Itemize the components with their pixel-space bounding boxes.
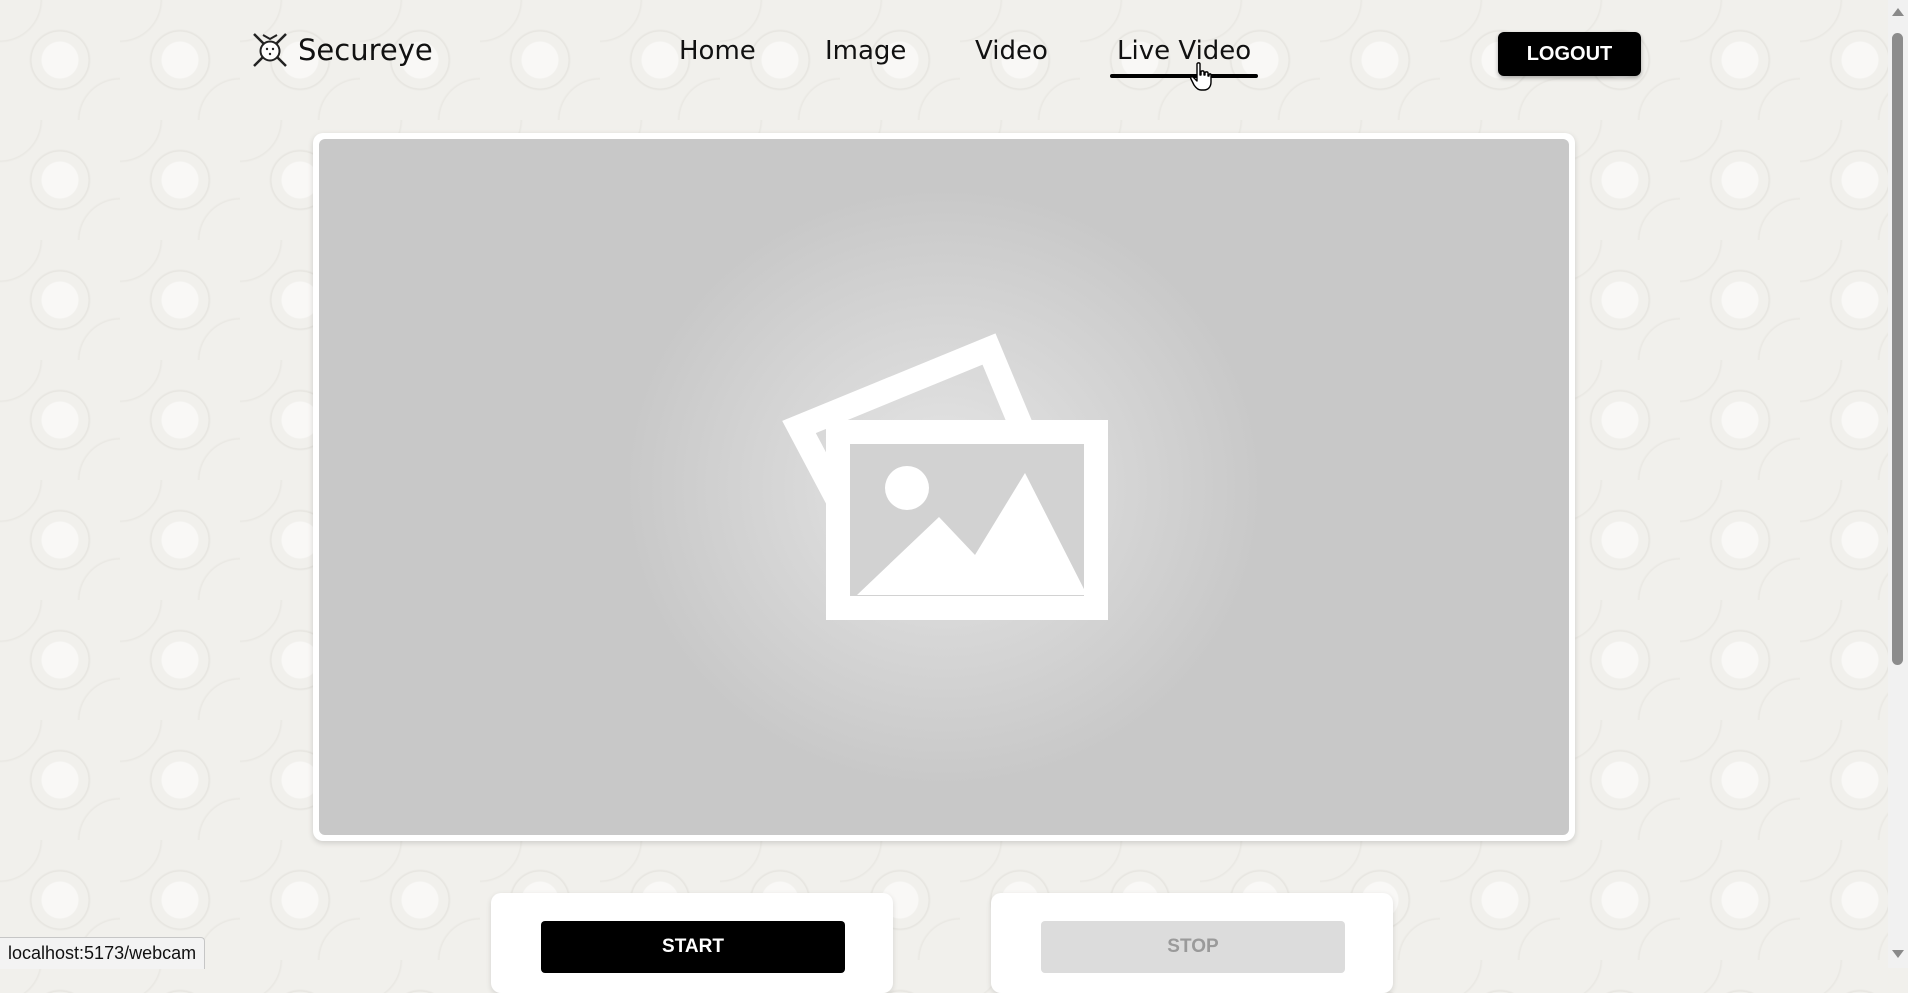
- brand-name: Secureye: [298, 33, 433, 67]
- shield-crossed-swords-icon: [253, 33, 287, 67]
- scroll-down-icon[interactable]: [1892, 950, 1904, 958]
- stop-control-card: STOP: [991, 893, 1393, 993]
- hand-pointer-cursor-icon: [1190, 62, 1212, 91]
- nav-item-home[interactable]: Home: [679, 36, 756, 66]
- live-video-viewer: [313, 133, 1575, 841]
- page-scrollbar[interactable]: [1888, 0, 1908, 968]
- scrollbar-thumb[interactable]: [1892, 33, 1903, 665]
- nav-item-live-video[interactable]: Live Video: [1109, 36, 1259, 78]
- brand[interactable]: Secureye: [250, 30, 433, 70]
- stop-button[interactable]: STOP: [1041, 921, 1345, 973]
- scroll-up-icon[interactable]: [1892, 8, 1904, 16]
- video-placeholder: [319, 139, 1569, 835]
- start-button[interactable]: START: [541, 921, 845, 973]
- image-placeholder-icon: [782, 333, 1108, 620]
- start-control-card: START: [491, 893, 893, 993]
- logout-button[interactable]: LOGOUT: [1498, 32, 1641, 76]
- header: Secureye Home Image Video Live Video LOG…: [0, 0, 1908, 110]
- status-bar-url: localhost:5173/webcam: [0, 937, 206, 969]
- nav-item-image[interactable]: Image: [825, 36, 906, 66]
- nav-item-video[interactable]: Video: [975, 36, 1048, 66]
